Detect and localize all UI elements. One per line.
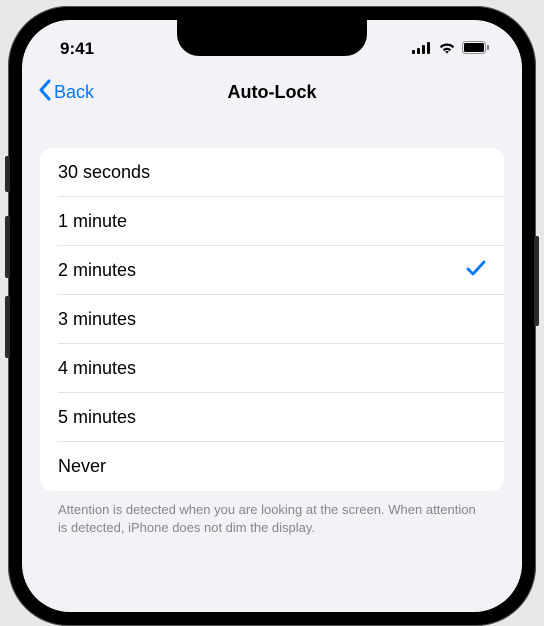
option-label: Never (58, 456, 106, 477)
nav-bar: Back Auto-Lock (22, 70, 522, 114)
side-button (534, 236, 539, 326)
option-label: 3 minutes (58, 309, 136, 330)
wifi-icon (438, 39, 456, 59)
content: 30 seconds 1 minute 2 minutes 3 minutes 4 mi… (22, 114, 522, 536)
footer-text: Attention is detected when you are looki… (40, 491, 504, 536)
option-label: 2 minutes (58, 260, 136, 281)
option-label: 1 minute (58, 211, 127, 232)
back-button[interactable]: Back (38, 79, 94, 106)
side-button (5, 216, 10, 278)
back-label: Back (54, 82, 94, 103)
chevron-left-icon (38, 79, 52, 106)
option-row[interactable]: 5 minutes (40, 393, 504, 442)
option-row[interactable]: 2 minutes (40, 246, 504, 295)
option-row[interactable]: 4 minutes (40, 344, 504, 393)
option-label: 5 minutes (58, 407, 136, 428)
notch (177, 20, 367, 56)
option-row[interactable]: 1 minute (40, 197, 504, 246)
options-list: 30 seconds 1 minute 2 minutes 3 minutes 4 mi… (40, 148, 504, 491)
option-label: 30 seconds (58, 162, 150, 183)
option-row[interactable]: 30 seconds (40, 148, 504, 197)
status-time: 9:41 (60, 39, 94, 59)
option-label: 4 minutes (58, 358, 136, 379)
side-button (5, 296, 10, 358)
checkmark-icon (466, 259, 486, 282)
option-row[interactable]: 3 minutes (40, 295, 504, 344)
option-row[interactable]: Never (40, 442, 504, 491)
cellular-icon (412, 39, 432, 59)
status-indicators (412, 39, 490, 59)
page-title: Auto-Lock (228, 82, 317, 103)
device-frame: 9:41 (8, 6, 536, 626)
screen: 9:41 (22, 20, 522, 612)
side-button (5, 156, 10, 192)
battery-icon (462, 39, 490, 59)
